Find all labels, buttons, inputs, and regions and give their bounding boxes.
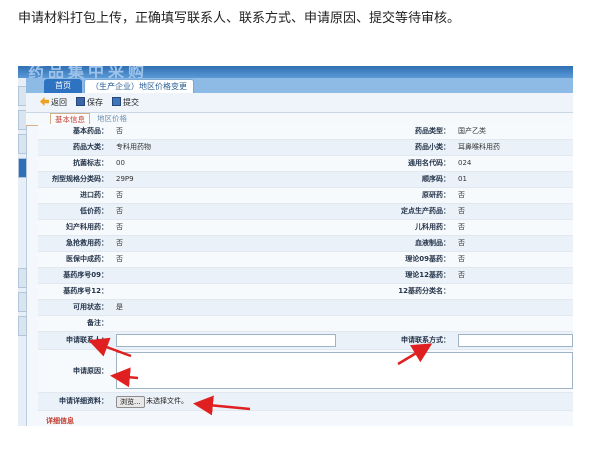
arrow-contact-method	[397, 343, 433, 366]
instruction-text: 申请材料打包上传，正确填写联系人、联系方式、申请原因、提交等待审核。	[18, 11, 461, 26]
arrow-reason	[110, 367, 139, 388]
arrow-contact	[88, 337, 132, 358]
annotation-arrows	[88, 337, 433, 416]
app-screenshot: 药品集中采购 首页 （生产企业）地区价格变更 返回 保存 提交 基本信息 地区价…	[18, 66, 573, 426]
arrow-attachment	[193, 395, 251, 416]
